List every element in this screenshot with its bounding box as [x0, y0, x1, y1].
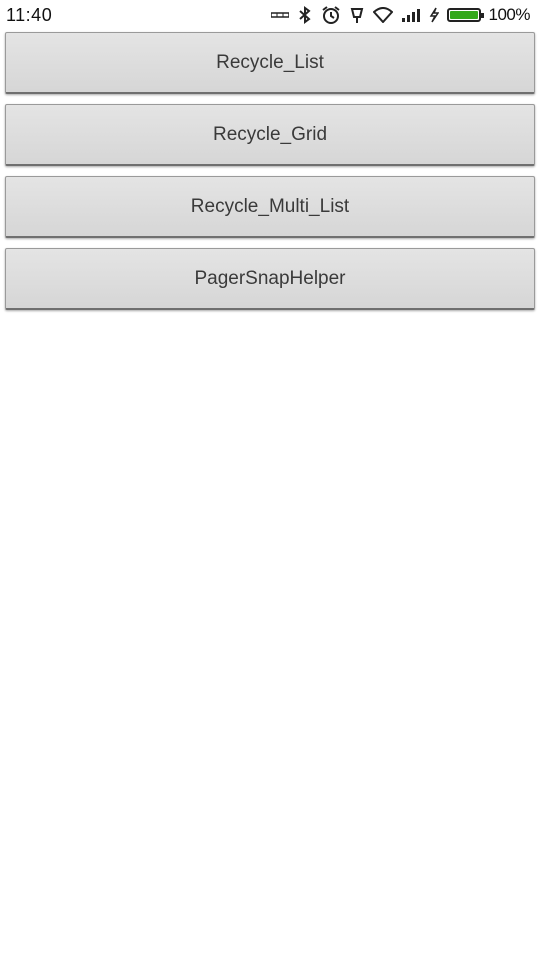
- alarm-icon: [321, 5, 341, 25]
- battery-icon: [446, 8, 484, 22]
- status-bar: 11:40 100%: [0, 0, 540, 30]
- bluetooth-icon: [297, 5, 313, 25]
- battery-level: [449, 11, 478, 19]
- signal-icon: [401, 5, 421, 25]
- recycle-list-button[interactable]: Recycle_List: [5, 32, 535, 94]
- battery-percent: 100%: [488, 5, 531, 24]
- pager-snap-helper-button[interactable]: PagerSnapHelper: [5, 248, 535, 310]
- nfc-icon: [270, 5, 289, 25]
- status-time: 11:40: [6, 5, 53, 25]
- wifi-icon: [372, 5, 393, 25]
- recycle-multi-list-button[interactable]: Recycle_Multi_List: [5, 176, 535, 238]
- notification-icon: [349, 5, 365, 25]
- status-icons: 100%: [270, 4, 531, 26]
- recycle-grid-button[interactable]: Recycle_Grid: [5, 104, 535, 166]
- charging-icon: [429, 5, 439, 25]
